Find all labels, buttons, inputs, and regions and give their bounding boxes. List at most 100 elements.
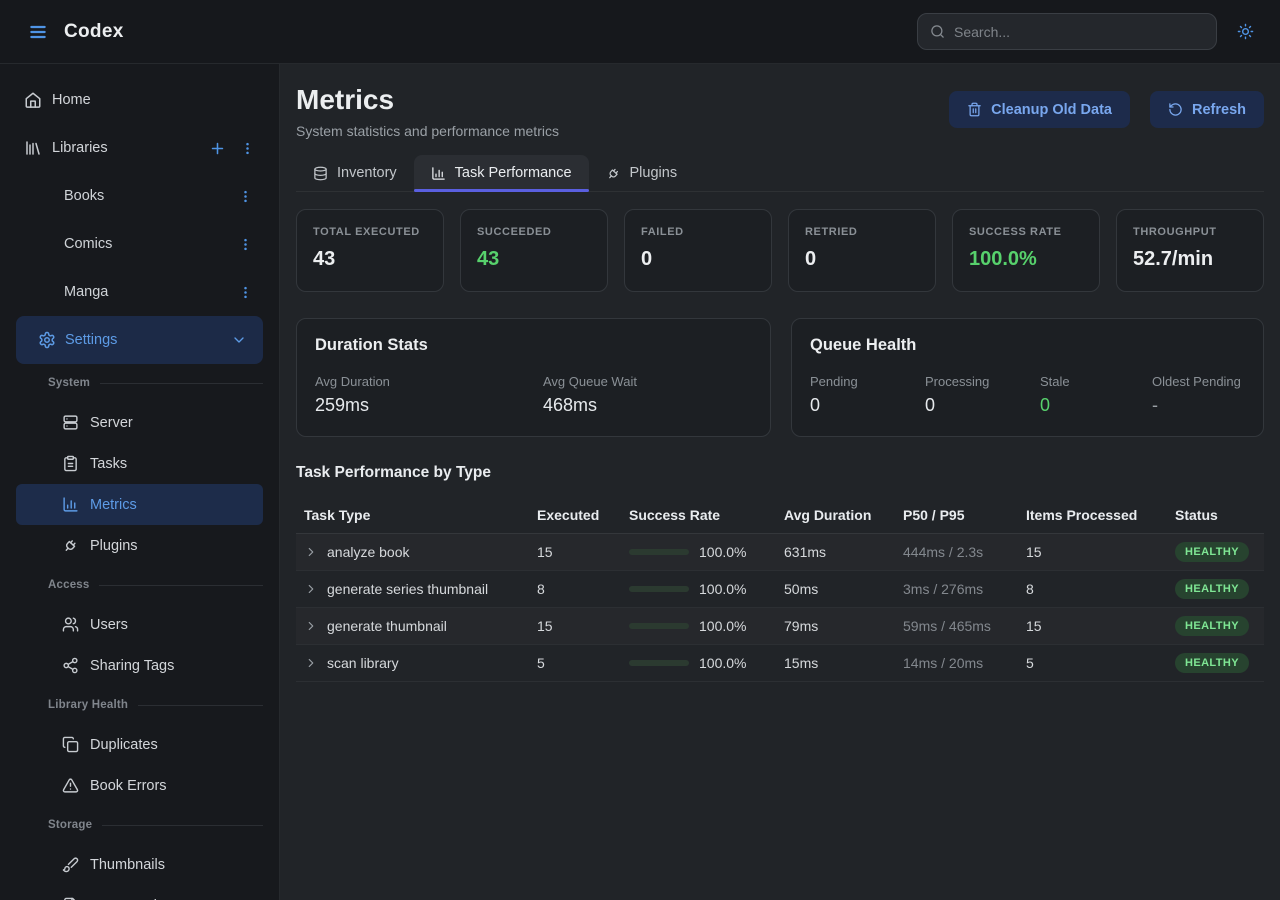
stat-value: 43 [477, 248, 591, 271]
success-rate-value: 100.0% [699, 655, 746, 671]
sidebar-item-duplicates[interactable]: Duplicates [0, 724, 279, 765]
table-row[interactable]: generate thumbnail 15 100.0% 79ms 59ms /… [296, 608, 1264, 645]
sidebar-item-label: Tasks [90, 456, 127, 472]
column-header: Status [1175, 507, 1264, 523]
gear-icon [38, 331, 56, 349]
metric-avg-duration: Avg Duration 259ms [315, 374, 543, 416]
divider [99, 585, 263, 586]
sidebar-item-thumbnails[interactable]: Thumbnails [0, 844, 279, 885]
section-label-library-health: Library Health [0, 686, 279, 724]
stat-cards: TOTAL EXECUTED 43 SUCCEEDED 43 FAILED 0 … [296, 209, 1264, 292]
success-rate-bar [629, 549, 689, 555]
p50-p95-value: 3ms / 276ms [903, 581, 1026, 597]
search-input[interactable] [954, 24, 1204, 40]
sidebar-item-label: Home [52, 92, 91, 108]
tab-inventory[interactable]: Inventory [296, 155, 414, 191]
sidebar-item-plugins[interactable]: Plugins [0, 525, 279, 566]
sidebar-item-users[interactable]: Users [0, 604, 279, 645]
sidebar-item-label: Server [90, 415, 133, 431]
library-item-label: Books [64, 188, 104, 204]
sidebar-item-home[interactable]: Home [0, 76, 279, 124]
sidebar-item-tasks[interactable]: Tasks [0, 443, 279, 484]
manga-menu-icon[interactable] [238, 285, 253, 300]
avg-duration-value: 50ms [784, 581, 903, 597]
sidebar-item-server[interactable]: Server [0, 402, 279, 443]
stat-value: 52.7/min [1133, 248, 1247, 271]
sidebar-item-label: Plugins [90, 538, 138, 554]
section-label-storage: Storage [0, 806, 279, 844]
sidebar-item-label: Metrics [90, 497, 137, 513]
sidebar-item-label: Libraries [52, 140, 108, 156]
metric-oldest-pending: Oldest Pending - [1152, 374, 1245, 416]
sidebar-item-manga[interactable]: Manga [0, 268, 279, 316]
sidebar-item-libraries[interactable]: Libraries [0, 124, 279, 172]
sidebar-item-label: Duplicates [90, 737, 158, 753]
sidebar-item-settings[interactable]: Settings [16, 316, 263, 364]
plug-icon [62, 537, 79, 554]
column-header: P50 / P95 [903, 507, 1026, 523]
stat-card-retried: RETRIED 0 [788, 209, 936, 292]
top-bar: Codex [0, 0, 1280, 64]
sidebar-item-label: Settings [65, 332, 117, 348]
refresh-icon [1168, 102, 1183, 117]
refresh-button[interactable]: Refresh [1150, 91, 1264, 128]
divider [102, 825, 263, 826]
success-rate-bar [629, 586, 689, 592]
executed-value: 5 [537, 655, 629, 671]
sidebar-item-metrics[interactable]: Metrics [16, 484, 263, 525]
table-row[interactable]: scan library 5 100.0% 15ms 14ms / 20ms 5… [296, 645, 1264, 682]
theme-toggle-sun-icon[interactable] [1235, 21, 1256, 42]
add-library-icon[interactable] [209, 140, 226, 157]
users-icon [62, 616, 79, 633]
task-type: generate thumbnail [327, 618, 447, 634]
stat-value: 0 [641, 248, 755, 271]
books-menu-icon[interactable] [238, 189, 253, 204]
sidebar-item-label: Thumbnails [90, 857, 165, 873]
column-header: Executed [537, 507, 629, 523]
search-box[interactable] [917, 13, 1217, 50]
menu-icon[interactable] [24, 18, 52, 46]
sidebar-item-comics[interactable]: Comics [0, 220, 279, 268]
sidebar-item-sharing-tags[interactable]: Sharing Tags [0, 645, 279, 686]
stat-card-total-executed: TOTAL EXECUTED 43 [296, 209, 444, 292]
share-icon [62, 657, 79, 674]
executed-value: 15 [537, 618, 629, 634]
executed-value: 15 [537, 544, 629, 560]
clipboard-icon [62, 455, 79, 472]
page-subtitle: System statistics and performance metric… [296, 123, 559, 139]
section-label-access: Access [0, 566, 279, 604]
success-rate-bar [629, 623, 689, 629]
table-row[interactable]: generate series thumbnail 8 100.0% 50ms … [296, 571, 1264, 608]
tab-plugins[interactable]: Plugins [589, 155, 695, 191]
chevron-right-icon[interactable] [304, 545, 318, 559]
comics-menu-icon[interactable] [238, 237, 253, 252]
tab-task-performance[interactable]: Task Performance [414, 155, 589, 191]
bar-chart-icon [431, 166, 446, 181]
chevron-right-icon[interactable] [304, 619, 318, 633]
sidebar-item-book-errors[interactable]: Book Errors [0, 765, 279, 806]
sidebar-item-page-cache[interactable]: Page Cache [0, 885, 279, 900]
column-header: Task Type [296, 507, 537, 523]
task-type: analyze book [327, 544, 410, 560]
column-header: Avg Duration [784, 507, 903, 523]
chevron-right-icon[interactable] [304, 582, 318, 596]
queue-health-panel: Queue Health Pending 0 Processing 0 Stal… [791, 318, 1264, 437]
stat-card-throughput: THROUGHPUT 52.7/min [1116, 209, 1264, 292]
duration-stats-panel: Duration Stats Avg Duration 259ms Avg Qu… [296, 318, 771, 437]
libraries-menu-icon[interactable] [240, 141, 255, 156]
plug-icon [606, 166, 621, 181]
p50-p95-value: 14ms / 20ms [903, 655, 1026, 671]
table-row[interactable]: analyze book 15 100.0% 631ms 444ms / 2.3… [296, 534, 1264, 571]
paintbrush-icon [62, 856, 79, 873]
stat-value: 0 [805, 248, 919, 271]
avg-duration-value: 79ms [784, 618, 903, 634]
success-rate-value: 100.0% [699, 581, 746, 597]
section-label-system: System [0, 364, 279, 402]
chevron-right-icon[interactable] [304, 656, 318, 670]
stat-card-success-rate: SUCCESS RATE 100.0% [952, 209, 1100, 292]
copy-icon [62, 736, 79, 753]
stat-value: 100.0% [969, 248, 1083, 271]
sidebar-item-books[interactable]: Books [0, 172, 279, 220]
trash-icon [967, 102, 982, 117]
cleanup-old-data-button[interactable]: Cleanup Old Data [949, 91, 1130, 128]
